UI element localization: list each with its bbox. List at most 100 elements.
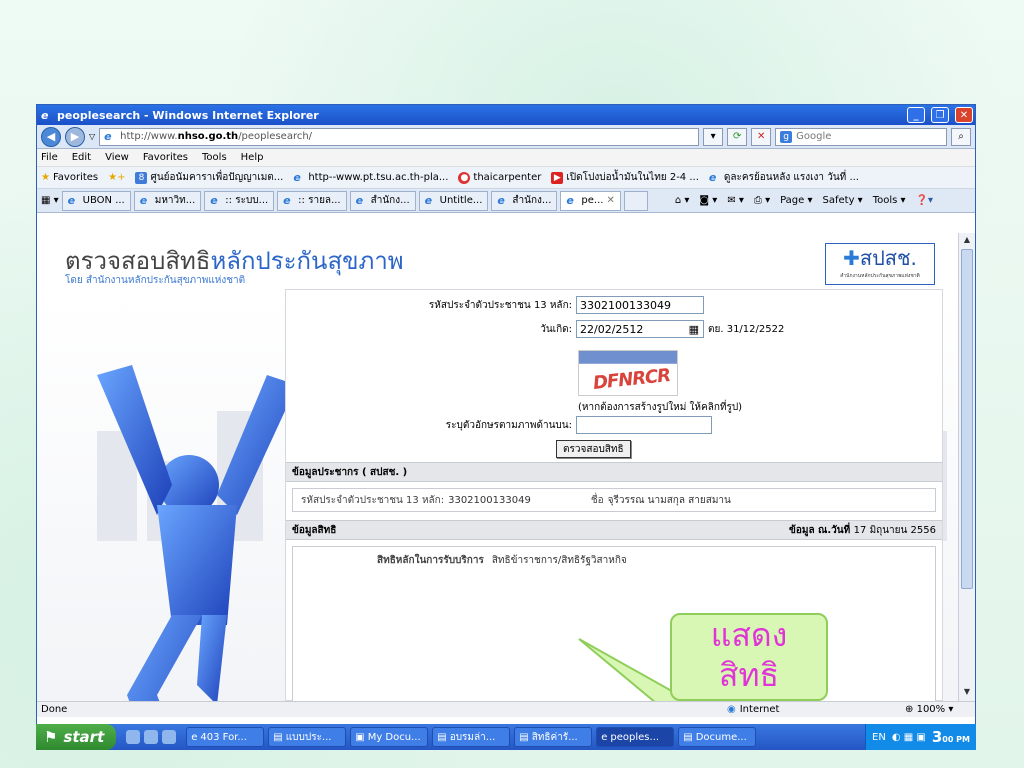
restore-button[interactable]: ❐ bbox=[931, 107, 949, 123]
fav-item-4[interactable]: ▶ เปิดโปงบ่อน้ำมันในไทย 2-4 ... bbox=[551, 170, 699, 185]
menu-edit[interactable]: Edit bbox=[72, 152, 91, 163]
refresh-icon[interactable]: ⟳ bbox=[727, 127, 748, 146]
tab-3[interactable]: e:: ระบบ... bbox=[204, 190, 275, 211]
favorites-button[interactable]: ★ Favorites bbox=[41, 172, 98, 183]
stop-icon[interactable]: ✕ bbox=[751, 127, 772, 146]
quick-tabs-icon[interactable]: ▦ ▾ bbox=[41, 195, 59, 206]
tab-1[interactable]: e UBON ... bbox=[61, 190, 131, 211]
jumping-person-illustration bbox=[97, 365, 297, 701]
calendar-icon[interactable]: ▦ bbox=[689, 323, 699, 336]
document-icon: ▤ bbox=[519, 731, 529, 743]
logo-subtext: สำนักงานหลักประกันสุขภาพแห่งชาติ bbox=[840, 273, 920, 279]
globe-icon: ◉ bbox=[727, 704, 736, 715]
scroll-down-icon[interactable]: ▼ bbox=[961, 687, 973, 699]
scroll-thumb[interactable] bbox=[961, 249, 973, 589]
tab-2[interactable]: e มหาวิท... bbox=[133, 190, 202, 211]
zoom-value: 100% bbox=[916, 704, 946, 715]
taskbar-item-3[interactable]: ▣ My Docu... bbox=[350, 727, 429, 747]
task-label: My Docu... bbox=[367, 731, 421, 743]
dob-row: วันเกิด: 22/02/2512 ▦ ตย. 31/12/2522 bbox=[286, 320, 806, 338]
menu-view[interactable]: View bbox=[105, 152, 129, 163]
print-icon[interactable]: ⎙ ▾ bbox=[754, 195, 770, 206]
person-name-label: ชื่อ bbox=[590, 494, 604, 506]
folder-icon: ▣ bbox=[355, 731, 365, 743]
safety-menu[interactable]: Safety ▾ bbox=[823, 195, 863, 206]
address-bar: ◀ ▶ ▽ e http://www.nhso.go.th/peoplesear… bbox=[37, 125, 975, 149]
tools-menu[interactable]: Tools ▾ bbox=[873, 195, 906, 206]
close-tab-icon[interactable]: ✕ bbox=[606, 195, 614, 206]
ie-page-icon: e bbox=[566, 194, 574, 207]
dob-input[interactable]: 22/02/2512 ▦ bbox=[576, 320, 704, 338]
new-tab-button[interactable] bbox=[623, 190, 648, 211]
tab-4[interactable]: e:: รายล... bbox=[277, 190, 347, 211]
menu-tools[interactable]: Tools bbox=[202, 152, 227, 163]
citizen-id-input[interactable]: 3302100133049 bbox=[576, 296, 704, 314]
forward-button[interactable]: ▶ bbox=[65, 126, 85, 147]
page-menu[interactable]: Page ▾ bbox=[780, 195, 812, 206]
task-label: Docume... bbox=[695, 731, 747, 743]
captcha-code-input[interactable] bbox=[576, 416, 712, 434]
ie-icon[interactable] bbox=[144, 730, 159, 744]
feeds-icon[interactable]: ◙ ▾ bbox=[699, 195, 717, 206]
mail-icon[interactable]: ✉ ▾ bbox=[727, 195, 744, 206]
start-button[interactable]: ⚑ start bbox=[36, 724, 117, 750]
language-indicator[interactable]: EN bbox=[872, 732, 886, 743]
search-input[interactable]: g Google bbox=[775, 127, 947, 146]
fav-item-1[interactable]: 8 ศูนย์อนัมคาราเพื่อปัญญาเมต... bbox=[135, 170, 283, 185]
desktop-icon[interactable] bbox=[126, 730, 141, 744]
captcha-image[interactable]: DFNRCR bbox=[578, 350, 678, 396]
vertical-scrollbar[interactable]: ▲ ▼ bbox=[958, 233, 975, 701]
taskbar-item-5[interactable]: ▤ สิทธิค่ารั... bbox=[514, 727, 593, 747]
tab-label: สำนักง... bbox=[370, 195, 410, 206]
menu-file[interactable]: File bbox=[41, 152, 58, 163]
system-tray: EN ◐ ▦ ▣ 300 PM bbox=[865, 724, 976, 750]
site-icon: 8 bbox=[135, 171, 148, 184]
url-input[interactable]: e http://www.nhso.go.th/peoplesearch/ bbox=[99, 127, 700, 146]
home-icon[interactable]: ⌂ ▾ bbox=[675, 195, 690, 206]
zoom-control[interactable]: ⊕ 100% ▾ bbox=[905, 704, 953, 715]
taskbar-item-7[interactable]: ▤ Docume... bbox=[678, 727, 757, 747]
tab-label: UBON ... bbox=[82, 195, 125, 206]
taskbar-item-1[interactable]: e 403 For... bbox=[186, 727, 265, 747]
check-rights-button[interactable]: ตรวจสอบสิทธิ bbox=[556, 440, 631, 458]
minimize-button[interactable]: _ bbox=[907, 107, 925, 123]
favorites-label: Favorites bbox=[52, 172, 99, 183]
captcha-code-row: ระบุตัวอักษรตามภาพด้านบน: bbox=[286, 416, 726, 434]
close-button[interactable]: ✕ bbox=[955, 107, 973, 123]
tab-6[interactable]: e Untitle... bbox=[418, 190, 489, 211]
status-text: Done bbox=[41, 704, 68, 715]
search-icon[interactable]: ⌕ bbox=[951, 127, 971, 146]
scroll-up-icon[interactable]: ▲ bbox=[961, 235, 973, 247]
fav-item-5[interactable]: e ดูละครย้อนหลัง แรงเงา วันที่ ... bbox=[709, 170, 859, 185]
dob-value: 22/02/2512 bbox=[580, 322, 644, 336]
search-placeholder: Google bbox=[796, 131, 832, 142]
fav-item-3[interactable]: ● thaicarpenter bbox=[458, 171, 541, 184]
taskbar-item-2[interactable]: ▤ แบบประ... bbox=[268, 727, 347, 747]
fav-item-2[interactable]: e http--www.pt.tsu.ac.th-pla... bbox=[293, 171, 448, 184]
back-button[interactable]: ◀ bbox=[41, 126, 61, 147]
tab-label: :: ระบบ... bbox=[225, 195, 269, 206]
menu-help[interactable]: Help bbox=[241, 152, 264, 163]
menu-favorites[interactable]: Favorites bbox=[143, 152, 188, 163]
cross-icon: ✚ bbox=[843, 246, 860, 270]
star-icon: ★ bbox=[41, 172, 50, 183]
clock[interactable]: 300 PM bbox=[932, 728, 970, 746]
tab-active[interactable]: e pe... ✕ bbox=[560, 190, 621, 211]
rights-date-label: ข้อมูล ณ.วันที่ bbox=[789, 524, 851, 536]
taskbar-item-6[interactable]: e peoples... bbox=[596, 727, 675, 747]
tray-icons[interactable]: ◐ ▦ ▣ bbox=[892, 732, 926, 743]
document-icon: ▤ bbox=[437, 731, 447, 743]
firefox-icon[interactable] bbox=[162, 730, 177, 744]
window-title: peoplesearch - Windows Internet Explorer bbox=[57, 108, 319, 122]
menu-bar: File Edit View Favorites Tools Help bbox=[37, 149, 975, 167]
tab-5[interactable]: e สำนักง... bbox=[349, 190, 416, 211]
taskbar-item-4[interactable]: ▤ อบรมล่า... bbox=[432, 727, 511, 747]
help-icon[interactable]: ❓▾ bbox=[916, 195, 933, 206]
tab-label: Untitle... bbox=[439, 195, 483, 206]
ie-page-icon: e bbox=[283, 194, 291, 207]
add-favorite-icon[interactable]: ★+ bbox=[108, 172, 125, 183]
tab-7[interactable]: e สำนักง... bbox=[491, 190, 558, 211]
security-zone[interactable]: ◉ Internet bbox=[727, 704, 779, 715]
history-dropdown-icon[interactable]: ▽ bbox=[89, 132, 95, 141]
url-dropdown-icon[interactable]: ▾ bbox=[703, 127, 724, 146]
